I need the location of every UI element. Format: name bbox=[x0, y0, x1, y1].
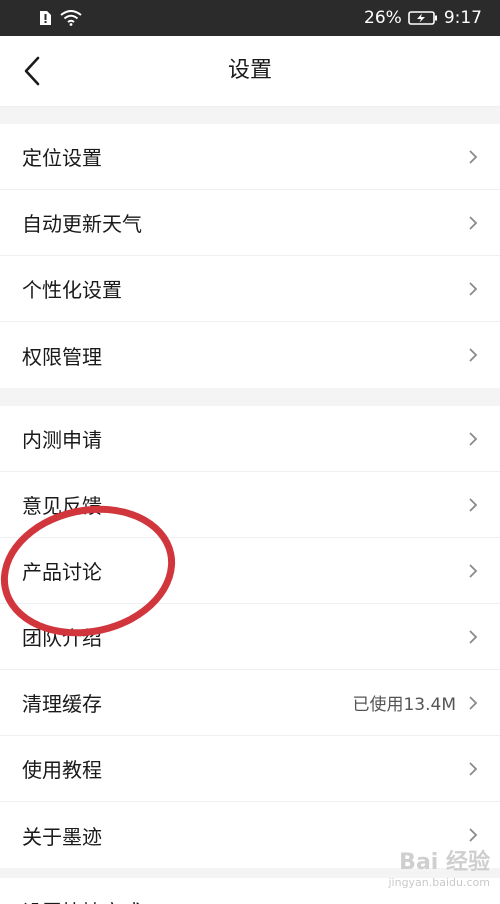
setting-beta-apply[interactable]: 内测申请 bbox=[0, 406, 500, 472]
settings-group-general: 定位设置 自动更新天气 个性化设置 权限管理 bbox=[0, 124, 500, 388]
back-button[interactable] bbox=[12, 50, 52, 92]
row-label: 意见反馈 bbox=[22, 494, 102, 518]
chevron-right-icon bbox=[469, 629, 478, 644]
chevron-right-icon bbox=[469, 348, 478, 362]
row-label: 内测申请 bbox=[22, 428, 102, 452]
status-bar: 26% 9:17 bbox=[0, 0, 500, 36]
chevron-right-icon bbox=[469, 215, 478, 230]
row-label: 设置快捷方式 bbox=[22, 896, 478, 904]
setting-tutorial[interactable]: 使用教程 bbox=[0, 736, 500, 802]
row-label: 产品讨论 bbox=[22, 560, 102, 584]
setting-product-discussion[interactable]: 产品讨论 bbox=[0, 538, 500, 604]
setting-clear-cache[interactable]: 清理缓存 已使用13.4M bbox=[0, 670, 500, 736]
row-label: 关于墨迹 bbox=[22, 824, 102, 849]
chevron-right-icon bbox=[469, 695, 478, 710]
row-label: 定位设置 bbox=[22, 146, 102, 170]
watermark-url: jingyan.baidu.com bbox=[388, 876, 490, 889]
row-label: 使用教程 bbox=[22, 758, 102, 782]
row-label: 权限管理 bbox=[22, 344, 102, 369]
setting-personalization[interactable]: 个性化设置 bbox=[0, 256, 500, 322]
row-label: 团队介绍 bbox=[22, 626, 102, 650]
settings-group-about: 内测申请 意见反馈 产品讨论 团队介绍 清理缓存 已使用13.4M 使用教程 关… bbox=[0, 406, 500, 868]
app-bar: 设置 bbox=[0, 36, 500, 107]
chevron-right-icon bbox=[469, 828, 478, 842]
chevron-right-icon bbox=[469, 563, 478, 578]
battery-charging-icon bbox=[408, 11, 437, 25]
row-label: 个性化设置 bbox=[22, 278, 122, 302]
setting-team-intro[interactable]: 团队介绍 bbox=[0, 604, 500, 670]
page-title: 设置 bbox=[227, 58, 272, 83]
setting-permissions[interactable]: 权限管理 bbox=[0, 322, 500, 388]
setting-auto-update-weather[interactable]: 自动更新天气 bbox=[0, 190, 500, 256]
battery-percent: 26% bbox=[364, 8, 402, 28]
status-time: 9:17 bbox=[443, 8, 482, 28]
chevron-right-icon bbox=[469, 761, 478, 776]
chevron-right-icon bbox=[469, 281, 478, 296]
setting-feedback[interactable]: 意见反馈 bbox=[0, 472, 500, 538]
chevron-right-icon bbox=[469, 149, 478, 164]
sim-alert-icon bbox=[40, 11, 51, 25]
setting-location[interactable]: 定位设置 bbox=[0, 124, 500, 190]
chevron-right-icon bbox=[469, 431, 478, 446]
chevron-right-icon bbox=[469, 497, 478, 512]
wifi-icon bbox=[60, 10, 82, 26]
row-label: 清理缓存 bbox=[22, 692, 102, 716]
back-arrow-icon bbox=[24, 56, 40, 86]
cache-size-value: 已使用13.4M bbox=[352, 695, 456, 715]
watermark-logo: Bai 经验 bbox=[399, 850, 490, 875]
watermark: Bai 经验 jingyan.baidu.com bbox=[370, 850, 490, 894]
row-label: 自动更新天气 bbox=[22, 212, 142, 236]
